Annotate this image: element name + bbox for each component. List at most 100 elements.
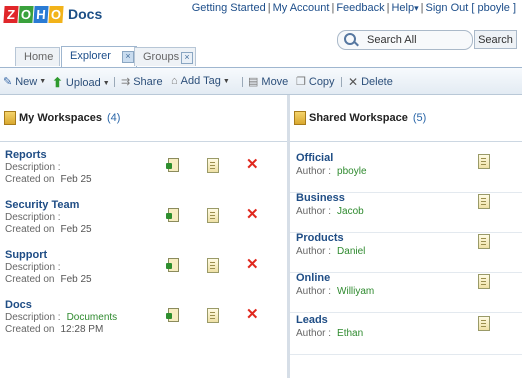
close-icon[interactable]: × xyxy=(122,51,134,63)
getting-started-link[interactable]: Getting Started xyxy=(192,2,266,14)
move-button[interactable]: ▤ Move xyxy=(248,75,288,89)
add-tag-button[interactable]: ⌂ Add Tag ▼ xyxy=(171,75,230,87)
delete-x-icon[interactable]: ✕ xyxy=(246,157,259,172)
doc-shape xyxy=(478,154,490,169)
document-icon[interactable] xyxy=(478,274,490,289)
share-doc-graphic xyxy=(166,308,179,322)
document-icon[interactable] xyxy=(207,208,219,223)
share-workspace-icon[interactable] xyxy=(166,308,179,322)
toolbar-divider xyxy=(242,77,243,87)
toolbar-divider xyxy=(341,77,342,87)
link-separator: | xyxy=(386,2,390,14)
delete-label: Delete xyxy=(361,76,393,88)
doc-shape xyxy=(207,158,219,173)
author-value: Ethan xyxy=(337,328,364,339)
shared-workspace-panel: Shared Workspace (5) Official Author : pb… xyxy=(290,95,522,378)
created-value: 12:28 PM xyxy=(60,324,104,335)
author-value: pboyle xyxy=(337,166,367,177)
feedback-link[interactable]: Feedback xyxy=(336,2,384,14)
shared-item: Products Author : Daniel xyxy=(290,232,522,273)
author-value: Daniel xyxy=(337,246,366,257)
created-value: Feb 25 xyxy=(60,174,92,185)
help-link[interactable]: Help▾ xyxy=(391,2,418,14)
shared-item: Official Author : pboyle xyxy=(290,152,522,193)
share-doc-graphic xyxy=(166,208,179,222)
author-label: Author : xyxy=(296,328,332,339)
link-separator: | xyxy=(420,2,424,14)
shared-workspace-name[interactable]: Online xyxy=(296,272,330,284)
doc-shape xyxy=(207,208,219,223)
my-account-link[interactable]: My Account xyxy=(273,2,330,14)
workspace-item: Security Team Description : Created on Fe… xyxy=(0,199,287,248)
author-label: Author : xyxy=(296,246,332,257)
author-label: Author : xyxy=(296,286,332,297)
new-label: New xyxy=(15,75,38,88)
workspace-name[interactable]: Reports xyxy=(5,149,47,161)
author-value: Williyam xyxy=(337,286,375,297)
logo-letter: H xyxy=(33,5,49,23)
delete-button[interactable]: ✕ Delete xyxy=(348,75,393,89)
copy-button[interactable]: ❐ Copy xyxy=(296,75,335,89)
share-workspace-icon[interactable] xyxy=(166,258,179,272)
share-arrow xyxy=(166,213,172,219)
document-icon[interactable] xyxy=(207,258,219,273)
new-button[interactable]: ✎ New ▼ xyxy=(3,75,46,89)
author-label: Author : xyxy=(296,206,332,217)
app-name: Docs xyxy=(68,6,103,22)
workspace-name[interactable]: Docs xyxy=(5,299,32,311)
chevron-down-icon: ▾ xyxy=(414,3,419,13)
created-label: Created on xyxy=(5,174,55,185)
workspace-name[interactable]: Security Team xyxy=(5,199,79,211)
share-workspace-icon[interactable] xyxy=(166,208,179,222)
tab-explorer[interactable]: Explorer × xyxy=(61,46,137,67)
logo-letter: O xyxy=(18,5,34,23)
shared-workspace-name[interactable]: Official xyxy=(296,152,333,164)
workspace-description: Description : xyxy=(5,162,67,173)
chevron-down-icon: ▼ xyxy=(102,79,110,87)
document-icon[interactable] xyxy=(207,308,219,323)
tab-groups[interactable]: Groups × xyxy=(134,47,196,66)
share-button[interactable]: ⇉ Share xyxy=(121,75,163,89)
workspace-item: Reports Description : Created on Feb 25 ✕ xyxy=(0,149,287,198)
upload-label: Upload xyxy=(65,77,101,89)
author-label: Author : xyxy=(296,166,332,177)
document-icon[interactable] xyxy=(478,194,490,209)
document-icon[interactable] xyxy=(478,316,490,331)
panel-title: Shared Workspace xyxy=(309,112,408,124)
shared-author: Author : Williyam xyxy=(296,286,374,297)
shared-workspace-name[interactable]: Products xyxy=(296,232,344,244)
share-doc-graphic xyxy=(166,158,179,172)
workspace-name[interactable]: Support xyxy=(5,249,47,261)
logo-letter: Z xyxy=(3,5,19,23)
close-icon[interactable]: × xyxy=(181,52,193,64)
description-label: Description : xyxy=(5,312,61,323)
delete-x-icon[interactable]: ✕ xyxy=(246,257,259,272)
delete-x-icon[interactable]: ✕ xyxy=(246,207,259,222)
doc-shape xyxy=(478,316,490,331)
created-label: Created on xyxy=(5,324,55,335)
shared-workspace-name[interactable]: Business xyxy=(296,192,345,204)
folder-icon xyxy=(4,111,16,125)
my-workspaces-panel: My Workspaces (4) Reports Description : … xyxy=(0,95,287,378)
share-doc-graphic xyxy=(166,258,179,272)
delete-icon: ✕ xyxy=(348,75,359,89)
upload-button[interactable]: ⬆ Upload ▼ xyxy=(52,75,110,91)
tab-home[interactable]: Home xyxy=(15,47,60,66)
document-icon[interactable] xyxy=(478,234,490,249)
delete-x-icon[interactable]: ✕ xyxy=(246,307,259,322)
sign-out-link[interactable]: Sign Out [ pboyle ] xyxy=(426,2,517,14)
tab-label: Home xyxy=(24,51,54,63)
add-tag-label: Add Tag xyxy=(180,75,221,87)
workspace-count: (4) xyxy=(106,112,121,124)
author-value: Jacob xyxy=(337,206,364,217)
zoho-docs-logo[interactable]: Z O H O Docs xyxy=(3,3,103,25)
doc-shape xyxy=(478,274,490,289)
document-icon[interactable] xyxy=(478,154,490,169)
copy-icon: ❐ xyxy=(296,76,306,88)
document-icon[interactable] xyxy=(207,158,219,173)
tab-bar: Home Explorer × Groups × xyxy=(0,45,522,68)
description-label: Description : xyxy=(5,212,61,223)
shared-workspace-name[interactable]: Leads xyxy=(296,314,328,326)
share-workspace-icon[interactable] xyxy=(166,158,179,172)
workspace-created: Created on Feb 25 xyxy=(5,274,92,285)
